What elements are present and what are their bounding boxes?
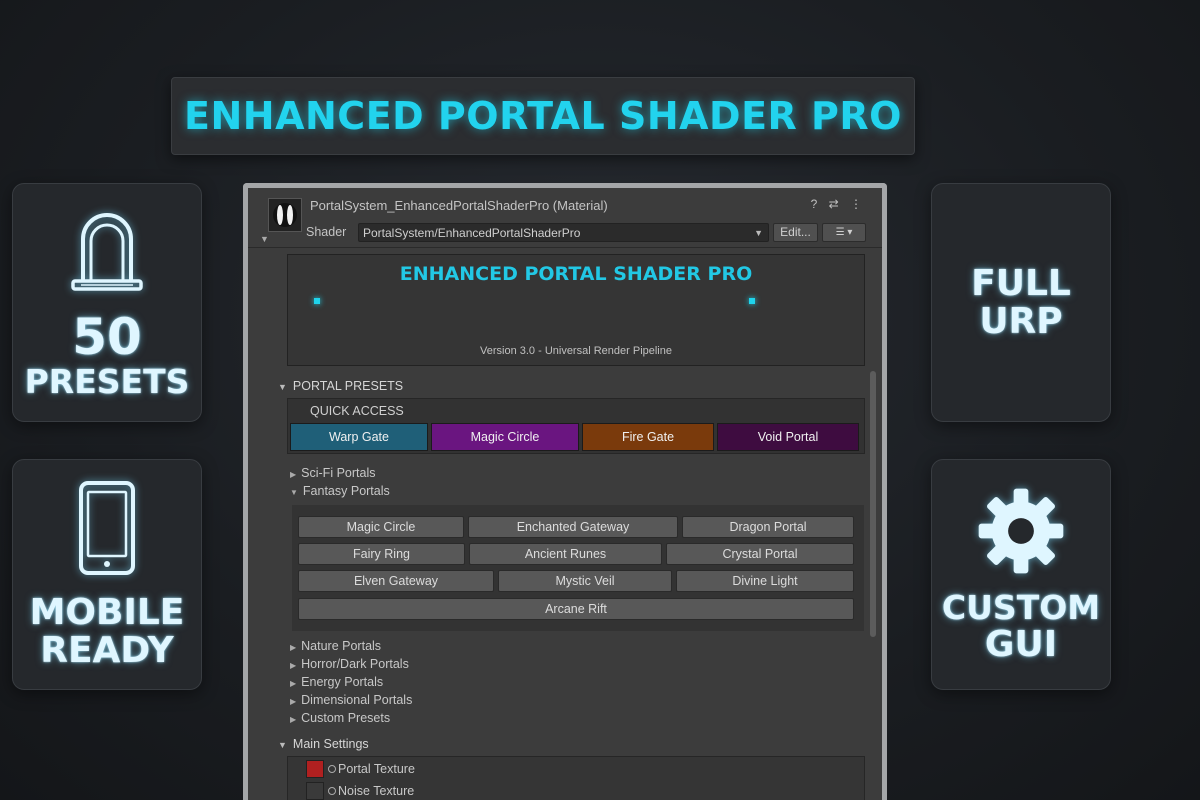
foldout-open-icon: ▼ (290, 488, 298, 497)
shader-dropdown[interactable]: PortalSystem/EnhancedPortalShaderPro ▼ (358, 223, 769, 242)
version-text: Version 3.0 - Universal Render Pipeline (480, 345, 672, 357)
main-title: ENHANCED PORTAL SHADER PRO (184, 94, 902, 138)
title-banner: ENHANCED PORTAL SHADER PRO (171, 77, 915, 155)
quick-access-warp-gate-button[interactable]: Warp Gate (290, 423, 428, 451)
quick-access-magic-circle-button[interactable]: Magic Circle (431, 423, 579, 451)
foldout-closed-icon: ▶ (290, 697, 297, 706)
preset-button[interactable]: Enchanted Gateway (468, 516, 678, 538)
preset-button[interactable]: Fairy Ring (298, 543, 465, 565)
gui-label-2: GUI (984, 623, 1058, 665)
quick-access-label: QUICK ACCESS (310, 404, 404, 418)
category-horror-dark-portals[interactable]: ▶ Horror/Dark Portals (290, 657, 409, 671)
foldout-closed-icon: ▶ (290, 715, 297, 724)
shader-label: Shader (306, 225, 347, 239)
preset-button[interactable]: Elven Gateway (298, 570, 494, 592)
category-fantasy-portals[interactable]: ▼ Fantasy Portals (290, 484, 390, 498)
portal-texture-label: Portal Texture (338, 762, 415, 776)
material-inspector: PortalSystem_EnhancedPortalShaderPro (Ma… (243, 183, 887, 800)
gui-label-1: CUSTOM (941, 588, 1101, 628)
category-custom-presets[interactable]: ▶ Custom Presets (290, 711, 390, 725)
category-energy-portals[interactable]: ▶ Energy Portals (290, 675, 383, 689)
foldout-closed-icon: ▶ (290, 661, 297, 670)
urp-label-1: FULL (971, 262, 1071, 304)
quick-access-panel: QUICK ACCESS Warp Gate Magic Circle Fire… (287, 398, 865, 454)
inspector-header: PortalSystem_EnhancedPortalShaderPro (Ma… (248, 188, 882, 248)
shader-value: PortalSystem/EnhancedPortalShaderPro (363, 226, 581, 240)
gui-banner-title: ENHANCED PORTAL SHADER PRO (399, 263, 753, 285)
smartphone-icon (79, 480, 135, 575)
portal-presets-foldout[interactable]: ▼ PORTAL PRESETS (278, 379, 403, 393)
preset-button[interactable]: Divine Light (676, 570, 854, 592)
presets-label: PRESETS (24, 362, 190, 402)
fantasy-presets-panel: Magic Circle Enchanted Gateway Dragon Po… (292, 505, 864, 631)
category-dimensional-portals[interactable]: ▶ Dimensional Portals (290, 693, 412, 707)
chevron-down-icon: ▼ (754, 228, 763, 238)
main-settings-panel: Portal Texture Noise Texture (287, 756, 865, 800)
main-settings-foldout[interactable]: ▼ Main Settings (278, 737, 369, 751)
material-preview-thumbnail[interactable] (268, 198, 302, 232)
foldout-closed-icon: ▶ (290, 643, 297, 652)
banner-dot-right (749, 298, 755, 304)
preset-button[interactable]: Mystic Veil (498, 570, 672, 592)
portal-arch-icon (71, 213, 143, 291)
header-icons[interactable]: ? ⇄ ⋮ (811, 197, 866, 211)
foldout-closed-icon: ▶ (290, 679, 297, 688)
object-picker-icon[interactable] (328, 765, 336, 773)
foldout-open-icon: ▼ (278, 740, 287, 750)
feature-card-urp: FULL URP (931, 183, 1111, 422)
mobile-label-1: MOBILE (29, 591, 185, 633)
preset-button[interactable]: Arcane Rift (298, 598, 854, 620)
feature-card-presets: 50 PRESETS (12, 183, 202, 422)
gui-banner: ENHANCED PORTAL SHADER PRO Version 3.0 -… (287, 254, 865, 366)
feature-card-gui: CUSTOM GUI (931, 459, 1111, 690)
portal-texture-slot[interactable] (306, 760, 324, 778)
preset-button[interactable]: Crystal Portal (666, 543, 854, 565)
gear-icon (978, 488, 1064, 574)
foldout-closed-icon: ▶ (290, 470, 297, 479)
preset-button[interactable]: Magic Circle (298, 516, 464, 538)
noise-texture-label: Noise Texture (338, 784, 415, 798)
material-title: PortalSystem_EnhancedPortalShaderPro (Ma… (310, 198, 608, 213)
mobile-label-2: READY (40, 629, 174, 671)
category-sci-fi-portals[interactable]: ▶ Sci-Fi Portals (290, 466, 375, 480)
banner-dot-left (314, 298, 320, 304)
preset-button[interactable]: Dragon Portal (682, 516, 854, 538)
category-nature-portals[interactable]: ▶ Nature Portals (290, 639, 381, 653)
urp-label-2: URP (979, 300, 1063, 342)
presets-count: 50 (72, 307, 142, 366)
edit-shader-button[interactable]: Edit... (773, 223, 818, 242)
header-foldout-icon[interactable]: ▼ (260, 234, 269, 244)
object-picker-icon[interactable] (328, 787, 336, 795)
noise-texture-slot[interactable] (306, 782, 324, 800)
feature-card-mobile: MOBILE READY (12, 459, 202, 690)
preset-button[interactable]: Ancient Runes (469, 543, 662, 565)
material-sphere-icon (273, 203, 297, 227)
scrollbar-thumb[interactable] (870, 371, 876, 637)
quick-access-void-portal-button[interactable]: Void Portal (717, 423, 859, 451)
quick-access-fire-gate-button[interactable]: Fire Gate (582, 423, 714, 451)
foldout-open-icon: ▼ (278, 382, 287, 392)
shader-menu-button[interactable]: ☰ ▾ (822, 223, 866, 242)
